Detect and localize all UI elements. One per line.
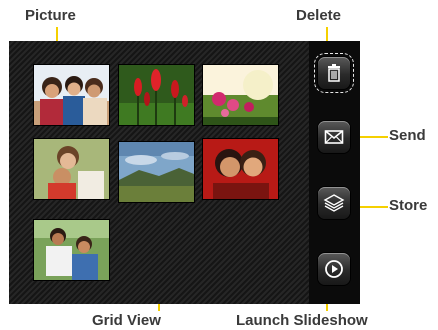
thumb-mother-child[interactable]	[34, 139, 109, 199]
send-callout: Send	[389, 127, 426, 144]
envelope-icon	[324, 130, 344, 144]
thumb-landscape[interactable]	[119, 142, 194, 202]
store-callout: Store	[389, 197, 428, 214]
thumb-family-group[interactable]	[34, 65, 109, 125]
launch-slideshow-callout: Launch Slideshow	[236, 312, 368, 329]
toolbar	[309, 41, 360, 304]
store-button[interactable]	[318, 187, 350, 219]
thumb-pink-flowers[interactable]	[203, 65, 278, 125]
thumb-father-son[interactable]	[34, 220, 109, 280]
stack-icon	[323, 194, 345, 212]
thumb-red-flowers[interactable]	[119, 65, 194, 125]
picture-callout: Picture	[25, 7, 76, 24]
play-icon	[325, 260, 343, 278]
grid-view-callout: Grid View	[92, 312, 161, 329]
thumb-two-girls[interactable]	[203, 139, 278, 199]
slideshow-button[interactable]	[318, 253, 350, 285]
delete-button[interactable]	[314, 53, 354, 93]
delete-callout: Delete	[296, 7, 342, 24]
send-button[interactable]	[318, 121, 350, 153]
trash-icon	[328, 64, 340, 82]
gallery-screen	[9, 41, 360, 304]
